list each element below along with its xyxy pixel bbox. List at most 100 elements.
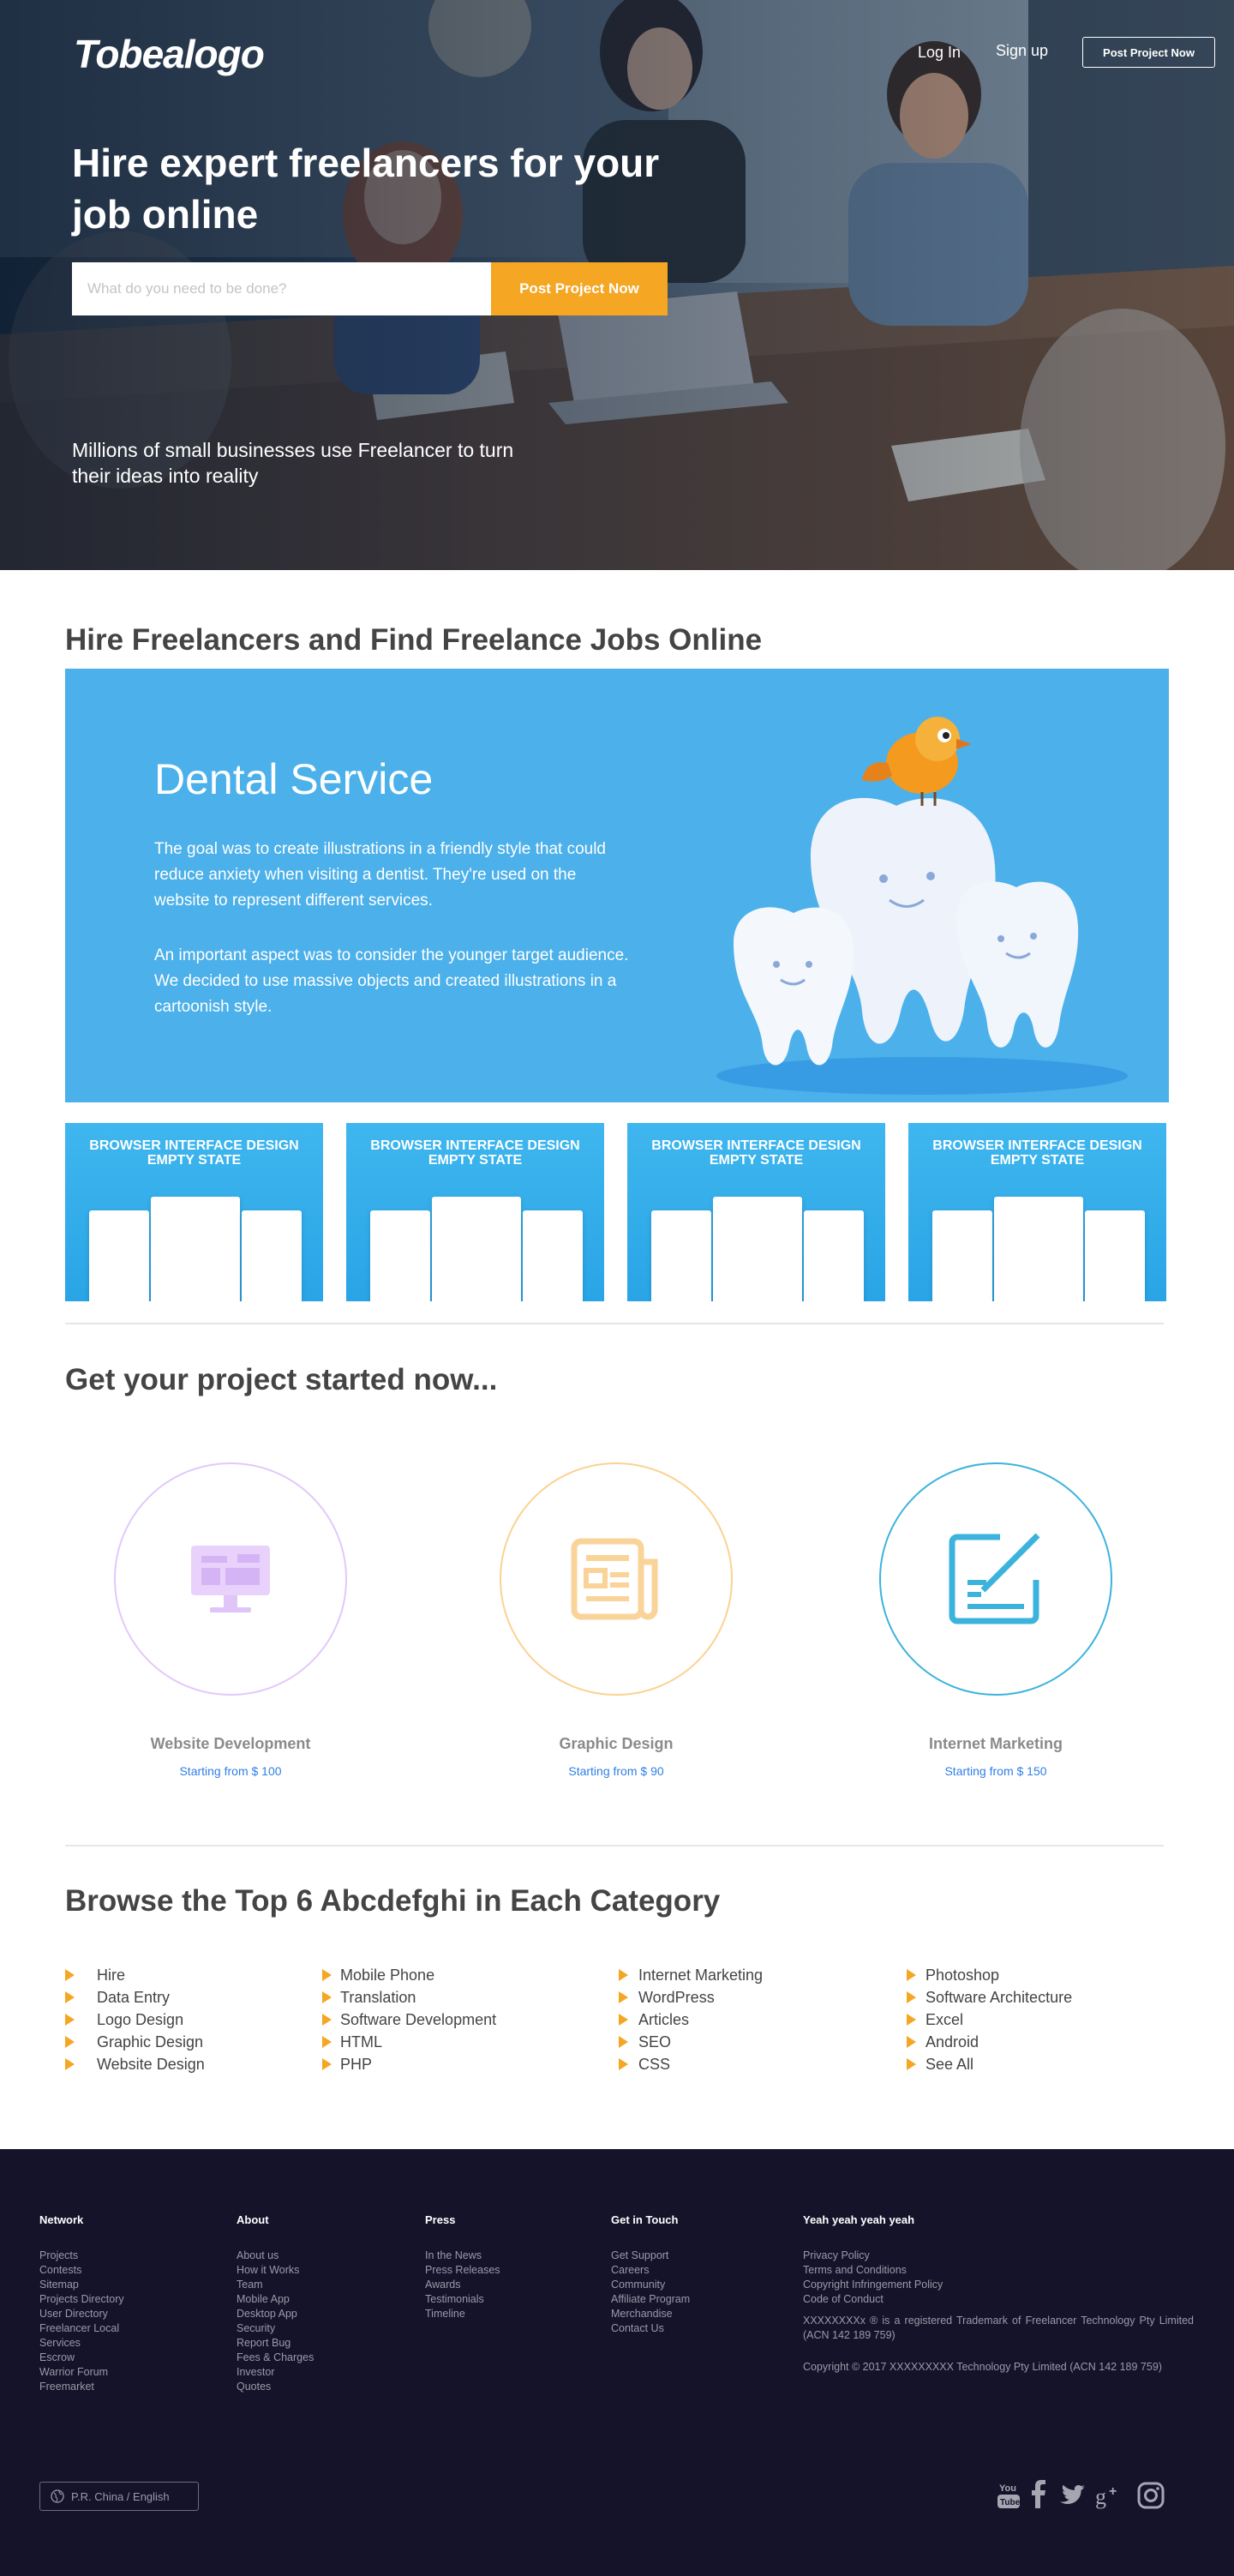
category-item[interactable]: Android [907, 2031, 1072, 2053]
service-card-website-development[interactable]: Website Development Starting from $ 100 [114, 1462, 347, 1778]
footer-link[interactable]: Report Bug [237, 2336, 314, 2351]
footer-link[interactable]: Desktop App [237, 2307, 314, 2321]
footer-link[interactable]: Services [39, 2336, 124, 2351]
footer-link[interactable]: Press Releases [425, 2263, 500, 2278]
twitter-icon[interactable] [1059, 2484, 1085, 2507]
footer-link[interactable]: About us [237, 2249, 314, 2263]
featured-banner[interactable]: Dental Service The goal was to create il… [65, 669, 1169, 1102]
footer-link[interactable]: Merchandise [611, 2307, 690, 2321]
footer-heading: Network [39, 2213, 84, 2226]
footer-link[interactable]: Testimonials [425, 2292, 500, 2307]
triangle-bullet-icon [322, 1991, 332, 2003]
category-item[interactable]: Internet Marketing [619, 1964, 763, 1986]
footer-link[interactable]: How it Works [237, 2263, 314, 2278]
category-item[interactable]: Software Development [322, 2009, 496, 2031]
category-item[interactable]: Articles [619, 2009, 763, 2031]
footer-link[interactable]: Escrow [39, 2351, 124, 2365]
login-link[interactable]: Log In [918, 44, 961, 62]
category-item[interactable]: HTML [322, 2031, 496, 2053]
service-name: Graphic Design [559, 1735, 674, 1752]
service-price-link[interactable]: Starting from $ 100 [114, 1764, 347, 1778]
signup-link[interactable]: Sign up [996, 42, 1048, 60]
thumbnail-title: BROWSER INTERFACE DESIGN EMPTY STATE [651, 1138, 861, 1168]
footer-link[interactable]: Affiliate Program [611, 2292, 690, 2307]
category-item[interactable]: Software Architecture [907, 1986, 1072, 2009]
footer-link[interactable]: Fees & Charges [237, 2351, 314, 2365]
portfolio-thumbnail[interactable]: BROWSER INTERFACE DESIGN EMPTY STATE [346, 1123, 604, 1301]
category-item[interactable]: Photoshop [907, 1964, 1072, 1986]
triangle-bullet-icon [322, 1969, 332, 1981]
footer-link[interactable]: Timeline [425, 2307, 500, 2321]
category-label: Photoshop [926, 1966, 1000, 1984]
footer-link[interactable]: Sitemap [39, 2278, 124, 2292]
portfolio-thumbnail[interactable]: BROWSER INTERFACE DESIGN EMPTY STATE [908, 1123, 1166, 1301]
footer-link[interactable]: In the News [425, 2249, 500, 2263]
footer-link[interactable]: Warrior Forum [39, 2365, 124, 2380]
footer-link[interactable]: Investor [237, 2365, 314, 2380]
category-item[interactable]: PHP [322, 2053, 496, 2075]
footer-link[interactable]: Contests [39, 2263, 124, 2278]
footer-link[interactable]: Freelancer Local [39, 2321, 124, 2336]
category-item[interactable]: WordPress [619, 1986, 763, 2009]
youtube-icon[interactable]: You Tube [997, 2480, 1021, 2511]
showcase-title: Hire Freelancers and Find Freelance Jobs… [65, 623, 763, 657]
footer-link[interactable]: Code of Conduct [803, 2292, 943, 2307]
language-selector[interactable]: P.R. China / English [39, 2482, 199, 2511]
category-item[interactable]: SEO [619, 2031, 763, 2053]
google-plus-icon[interactable]: g + [1095, 2482, 1123, 2509]
footer-link[interactable]: Projects [39, 2249, 124, 2263]
triangle-bullet-icon [65, 2014, 75, 2026]
category-item[interactable]: Logo Design [65, 2009, 205, 2031]
footer-link[interactable]: Community [611, 2278, 690, 2292]
category-item[interactable]: Website Design [65, 2053, 205, 2075]
service-card-internet-marketing[interactable]: Internet Marketing Starting from $ 150 [879, 1462, 1112, 1778]
post-project-button[interactable]: Post Project Now [491, 262, 668, 315]
browser-mockup-left [370, 1210, 430, 1301]
footer-link[interactable]: Security [237, 2321, 314, 2336]
project-search-input[interactable] [72, 262, 491, 315]
newspaper-icon [571, 1538, 658, 1620]
footer-link[interactable]: Projects Directory [39, 2292, 124, 2307]
category-item[interactable]: Translation [322, 1986, 496, 2009]
service-price-link[interactable]: Starting from $ 90 [500, 1764, 733, 1778]
post-project-header-button[interactable]: Post Project Now [1082, 37, 1215, 68]
footer-link[interactable]: Careers [611, 2263, 690, 2278]
facebook-icon[interactable] [1030, 2480, 1045, 2509]
category-item[interactable]: See All [907, 2053, 1072, 2075]
browser-mockup-right [242, 1210, 302, 1301]
footer-link[interactable]: Get Support [611, 2249, 690, 2263]
footer-link[interactable]: Freemarket [39, 2380, 124, 2394]
footer-link[interactable]: User Directory [39, 2307, 124, 2321]
footer-link[interactable]: Privacy Policy [803, 2249, 943, 2263]
category-item[interactable]: Mobile Phone [322, 1964, 496, 1986]
footer-heading: Get in Touch [611, 2213, 679, 2226]
footer-link[interactable]: Terms and Conditions [803, 2263, 943, 2278]
service-price-link[interactable]: Starting from $ 150 [879, 1764, 1112, 1778]
footer-link[interactable]: Team [237, 2278, 314, 2292]
footer-link[interactable]: Awards [425, 2278, 500, 2292]
hero-section: Tobealogo Log In Sign up Post Project No… [0, 0, 1234, 570]
footer-link[interactable]: Contact Us [611, 2321, 690, 2336]
category-item[interactable]: Hire [65, 1964, 205, 1986]
service-card-graphic-design[interactable]: Graphic Design Starting from $ 90 [500, 1462, 733, 1778]
footer-link[interactable]: Quotes [237, 2380, 314, 2394]
section-divider [65, 1323, 1164, 1324]
category-item[interactable]: Graphic Design [65, 2031, 205, 2053]
footer-column-get-in-touch: Get in Touch Get Support Careers Communi… [611, 2213, 690, 2336]
trademark-notice: XXXXXXXXx ® is a registered Trademark of… [803, 2315, 1194, 2341]
thumbnail-title: BROWSER INTERFACE DESIGN EMPTY STATE [932, 1138, 1142, 1168]
footer-link[interactable]: Copyright Infringement Policy [803, 2278, 943, 2292]
category-column: Hire Data Entry Logo Design Graphic Desi… [65, 1964, 205, 2075]
footer-link[interactable]: Mobile App [237, 2292, 314, 2307]
triangle-bullet-icon [322, 2014, 332, 2026]
portfolio-thumbnail[interactable]: BROWSER INTERFACE DESIGN EMPTY STATE [65, 1123, 323, 1301]
category-item[interactable]: CSS [619, 2053, 763, 2075]
category-item[interactable]: Data Entry [65, 1986, 205, 2009]
language-label: P.R. China / English [71, 2489, 170, 2503]
site-logo[interactable]: Tobealogo [74, 31, 265, 77]
category-item[interactable]: Excel [907, 2009, 1072, 2031]
instagram-icon[interactable] [1137, 2482, 1165, 2509]
portfolio-thumbnail[interactable]: BROWSER INTERFACE DESIGN EMPTY STATE [627, 1123, 885, 1301]
footer-heading: Yeah yeah yeah yeah [803, 2213, 915, 2226]
category-label: Graphic Design [97, 2033, 204, 2051]
